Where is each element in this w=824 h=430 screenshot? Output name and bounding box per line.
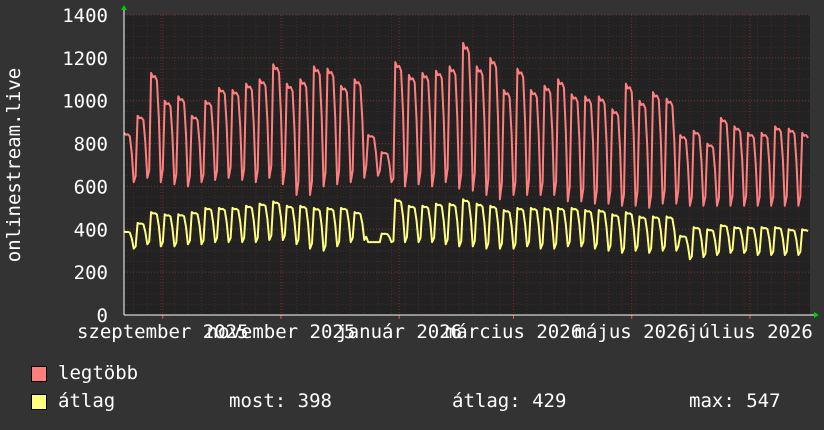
x-tick-labels: szeptember 2025november 2025január 2026m… (77, 321, 813, 343)
y-tick-label: 200 (74, 262, 108, 284)
x-tick-label: november 2025 (207, 321, 356, 343)
x-axis-arrow (814, 312, 819, 318)
legend-label-max: legtöbb (58, 362, 139, 384)
x-tick-label: július 2026 (687, 321, 813, 343)
legend-swatch-avg (31, 394, 47, 410)
stat-average: átlag: 429 (452, 390, 567, 412)
x-tick-label: január 2026 (336, 321, 462, 343)
x-tick-label: május 2026 (575, 321, 689, 343)
y-tick-label: 800 (74, 134, 108, 156)
y-axis-arrow (121, 5, 127, 10)
stat-max: max: 547 (689, 390, 781, 412)
line-chart: 0200400600800100012001400 szeptember 202… (3, 5, 819, 343)
legend-label-avg: átlag (58, 390, 116, 412)
y-tick-label: 1200 (62, 48, 108, 70)
y-tick-label: 400 (74, 219, 108, 241)
y-axis-label: onlinestream.live (3, 68, 25, 262)
y-tick-labels: 0200400600800100012001400 (62, 5, 108, 327)
legend-swatch-max (31, 366, 47, 382)
chart-root: 0 200 400 600 800 1000 1200 1400 szeptember 202… (0, 0, 824, 430)
y-tick-label: 1400 (62, 5, 108, 27)
y-tick-label: 600 (74, 176, 108, 198)
y-tick-label: 1000 (62, 91, 108, 113)
x-tick-label: március 2026 (445, 321, 582, 343)
stat-now: most: 398 (229, 390, 332, 412)
